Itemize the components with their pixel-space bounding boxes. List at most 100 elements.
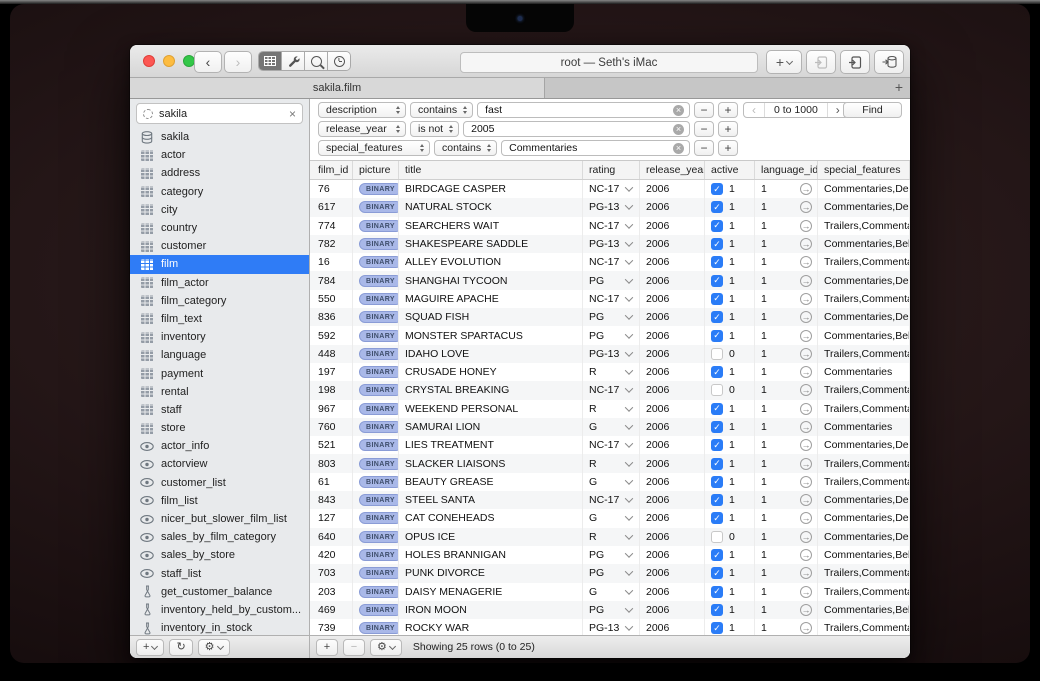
cell-language-id[interactable]: 1 →: [755, 399, 818, 418]
cell-special-features[interactable]: Commentaries,Behi: [818, 545, 910, 565]
sidebar-item-nicer_but_slower_film_list[interactable]: nicer_but_slower_film_list: [130, 510, 309, 528]
active-checkbox[interactable]: ✓: [711, 402, 723, 415]
column-header-language_id[interactable]: language_id: [755, 161, 818, 179]
sidebar-item-sales_by_film_category[interactable]: sales_by_film_category: [130, 528, 309, 546]
cell-release-year[interactable]: 2006: [640, 582, 705, 601]
cell-language-id[interactable]: 1 →: [755, 234, 818, 254]
active-checkbox[interactable]: [711, 384, 723, 397]
cell-release-year[interactable]: 2006: [640, 198, 705, 217]
cell-active[interactable]: ✓ 1: [705, 600, 755, 620]
cell-active[interactable]: ✓ 1: [705, 545, 755, 565]
cell-picture[interactable]: BINARY: [353, 619, 399, 635]
cell-picture[interactable]: BINARY: [353, 417, 399, 437]
cell-title[interactable]: SAMURAI LION: [399, 417, 583, 437]
cell-film-id[interactable]: 197: [310, 362, 353, 382]
sidebar-item-actor[interactable]: actor: [130, 146, 309, 164]
cell-special-features[interactable]: Trailers,Commentar: [818, 619, 910, 635]
cell-active[interactable]: ✓ 1: [705, 326, 755, 345]
cell-special-features[interactable]: Commentaries: [818, 417, 910, 437]
table-content-tab[interactable]: [259, 52, 282, 70]
find-button[interactable]: Find: [843, 102, 902, 118]
cell-release-year[interactable]: 2006: [640, 454, 705, 473]
column-header-picture[interactable]: picture: [353, 161, 399, 179]
sidebar-item-country[interactable]: country: [130, 219, 309, 237]
import-file-button[interactable]: [840, 50, 870, 74]
cell-rating[interactable]: R: [583, 527, 640, 546]
foreign-key-arrow-icon[interactable]: →: [800, 512, 812, 525]
cell-film-id[interactable]: 617: [310, 198, 353, 217]
foreign-key-arrow-icon[interactable]: →: [800, 292, 812, 305]
cell-release-year[interactable]: 2006: [640, 271, 705, 290]
cell-title[interactable]: CRUSADE HONEY: [399, 362, 583, 382]
cell-film-id[interactable]: 448: [310, 344, 353, 363]
column-header-film_id[interactable]: film_id: [310, 161, 353, 179]
filter-field-select[interactable]: special_features: [318, 140, 430, 156]
cell-active[interactable]: 0: [705, 344, 755, 363]
sidebar-item-rental[interactable]: rental: [130, 383, 309, 401]
cell-rating[interactable]: G: [583, 472, 640, 492]
cell-title[interactable]: LIES TREATMENT: [399, 436, 583, 455]
cell-active[interactable]: ✓ 1: [705, 436, 755, 455]
remove-filter-button[interactable]: −: [694, 121, 714, 137]
foreign-key-arrow-icon[interactable]: →: [800, 530, 812, 543]
foreign-key-arrow-icon[interactable]: →: [800, 475, 812, 488]
cell-special-features[interactable]: Trailers,Commentar: [818, 582, 910, 601]
add-filter-button[interactable]: +: [718, 140, 738, 156]
cell-picture[interactable]: BINARY: [353, 472, 399, 492]
cell-picture[interactable]: BINARY: [353, 582, 399, 601]
column-header-active[interactable]: active: [705, 161, 755, 179]
cell-language-id[interactable]: 1 →: [755, 436, 818, 455]
cell-rating[interactable]: PG: [583, 545, 640, 565]
active-checkbox[interactable]: ✓: [711, 457, 723, 470]
filter-value-input[interactable]: 2005 ×: [463, 121, 690, 137]
cell-special-features[interactable]: Commentaries,Dele: [818, 271, 910, 290]
cell-language-id[interactable]: 1 →: [755, 619, 818, 635]
refresh-button[interactable]: ↻: [169, 638, 193, 656]
cell-picture[interactable]: BINARY: [353, 527, 399, 546]
cell-language-id[interactable]: 1 →: [755, 417, 818, 437]
sidebar-item-city[interactable]: city: [130, 201, 309, 219]
sidebar-item-sales_by_store[interactable]: sales_by_store: [130, 546, 309, 564]
sidebar-item-language[interactable]: language: [130, 346, 309, 364]
cell-special-features[interactable]: Commentaries,Dele: [818, 509, 910, 528]
cell-language-id[interactable]: 1 →: [755, 381, 818, 400]
cell-film-id[interactable]: 521: [310, 436, 353, 455]
cell-picture[interactable]: BINARY: [353, 344, 399, 363]
cell-title[interactable]: MONSTER SPARTACUS: [399, 326, 583, 345]
sidebar-item-store[interactable]: store: [130, 419, 309, 437]
active-checkbox[interactable]: ✓: [711, 567, 723, 580]
cell-title[interactable]: SHAKESPEARE SADDLE: [399, 234, 583, 254]
cell-picture[interactable]: BINARY: [353, 216, 399, 235]
cell-special-features[interactable]: Commentaries,Dele: [818, 308, 910, 327]
cell-special-features[interactable]: Trailers,Commentar: [818, 253, 910, 272]
cell-picture[interactable]: BINARY: [353, 454, 399, 473]
cell-active[interactable]: ✓ 1: [705, 271, 755, 290]
foreign-key-arrow-icon[interactable]: →: [800, 238, 812, 251]
page-range-label[interactable]: 0 to 1000: [764, 103, 828, 117]
cell-special-features[interactable]: Trailers,Commentar: [818, 399, 910, 418]
cell-release-year[interactable]: 2006: [640, 180, 705, 199]
cell-release-year[interactable]: 2006: [640, 619, 705, 635]
import-to-database-button[interactable]: [874, 50, 904, 74]
cell-rating[interactable]: PG: [583, 564, 640, 583]
foreign-key-arrow-icon[interactable]: →: [800, 274, 812, 287]
add-table-button[interactable]: +: [136, 638, 165, 656]
cell-picture[interactable]: BINARY: [353, 289, 399, 309]
active-checkbox[interactable]: ✓: [711, 219, 723, 232]
history-tab[interactable]: [328, 52, 350, 70]
cell-film-id[interactable]: 836: [310, 308, 353, 327]
cell-language-id[interactable]: 1 →: [755, 344, 818, 363]
cell-film-id[interactable]: 550: [310, 289, 353, 309]
cell-title[interactable]: CRYSTAL BREAKING: [399, 381, 583, 400]
cell-release-year[interactable]: 2006: [640, 472, 705, 492]
active-checkbox[interactable]: ✓: [711, 183, 723, 196]
sidebar-item-actorview[interactable]: actorview: [130, 455, 309, 473]
cell-language-id[interactable]: 1 →: [755, 454, 818, 473]
cell-film-id[interactable]: 967: [310, 399, 353, 418]
cell-active[interactable]: ✓ 1: [705, 362, 755, 382]
active-checkbox[interactable]: [711, 530, 723, 543]
cell-title[interactable]: BEAUTY GREASE: [399, 472, 583, 492]
cell-active[interactable]: ✓ 1: [705, 399, 755, 418]
cell-language-id[interactable]: 1 →: [755, 289, 818, 309]
cell-film-id[interactable]: 739: [310, 619, 353, 635]
